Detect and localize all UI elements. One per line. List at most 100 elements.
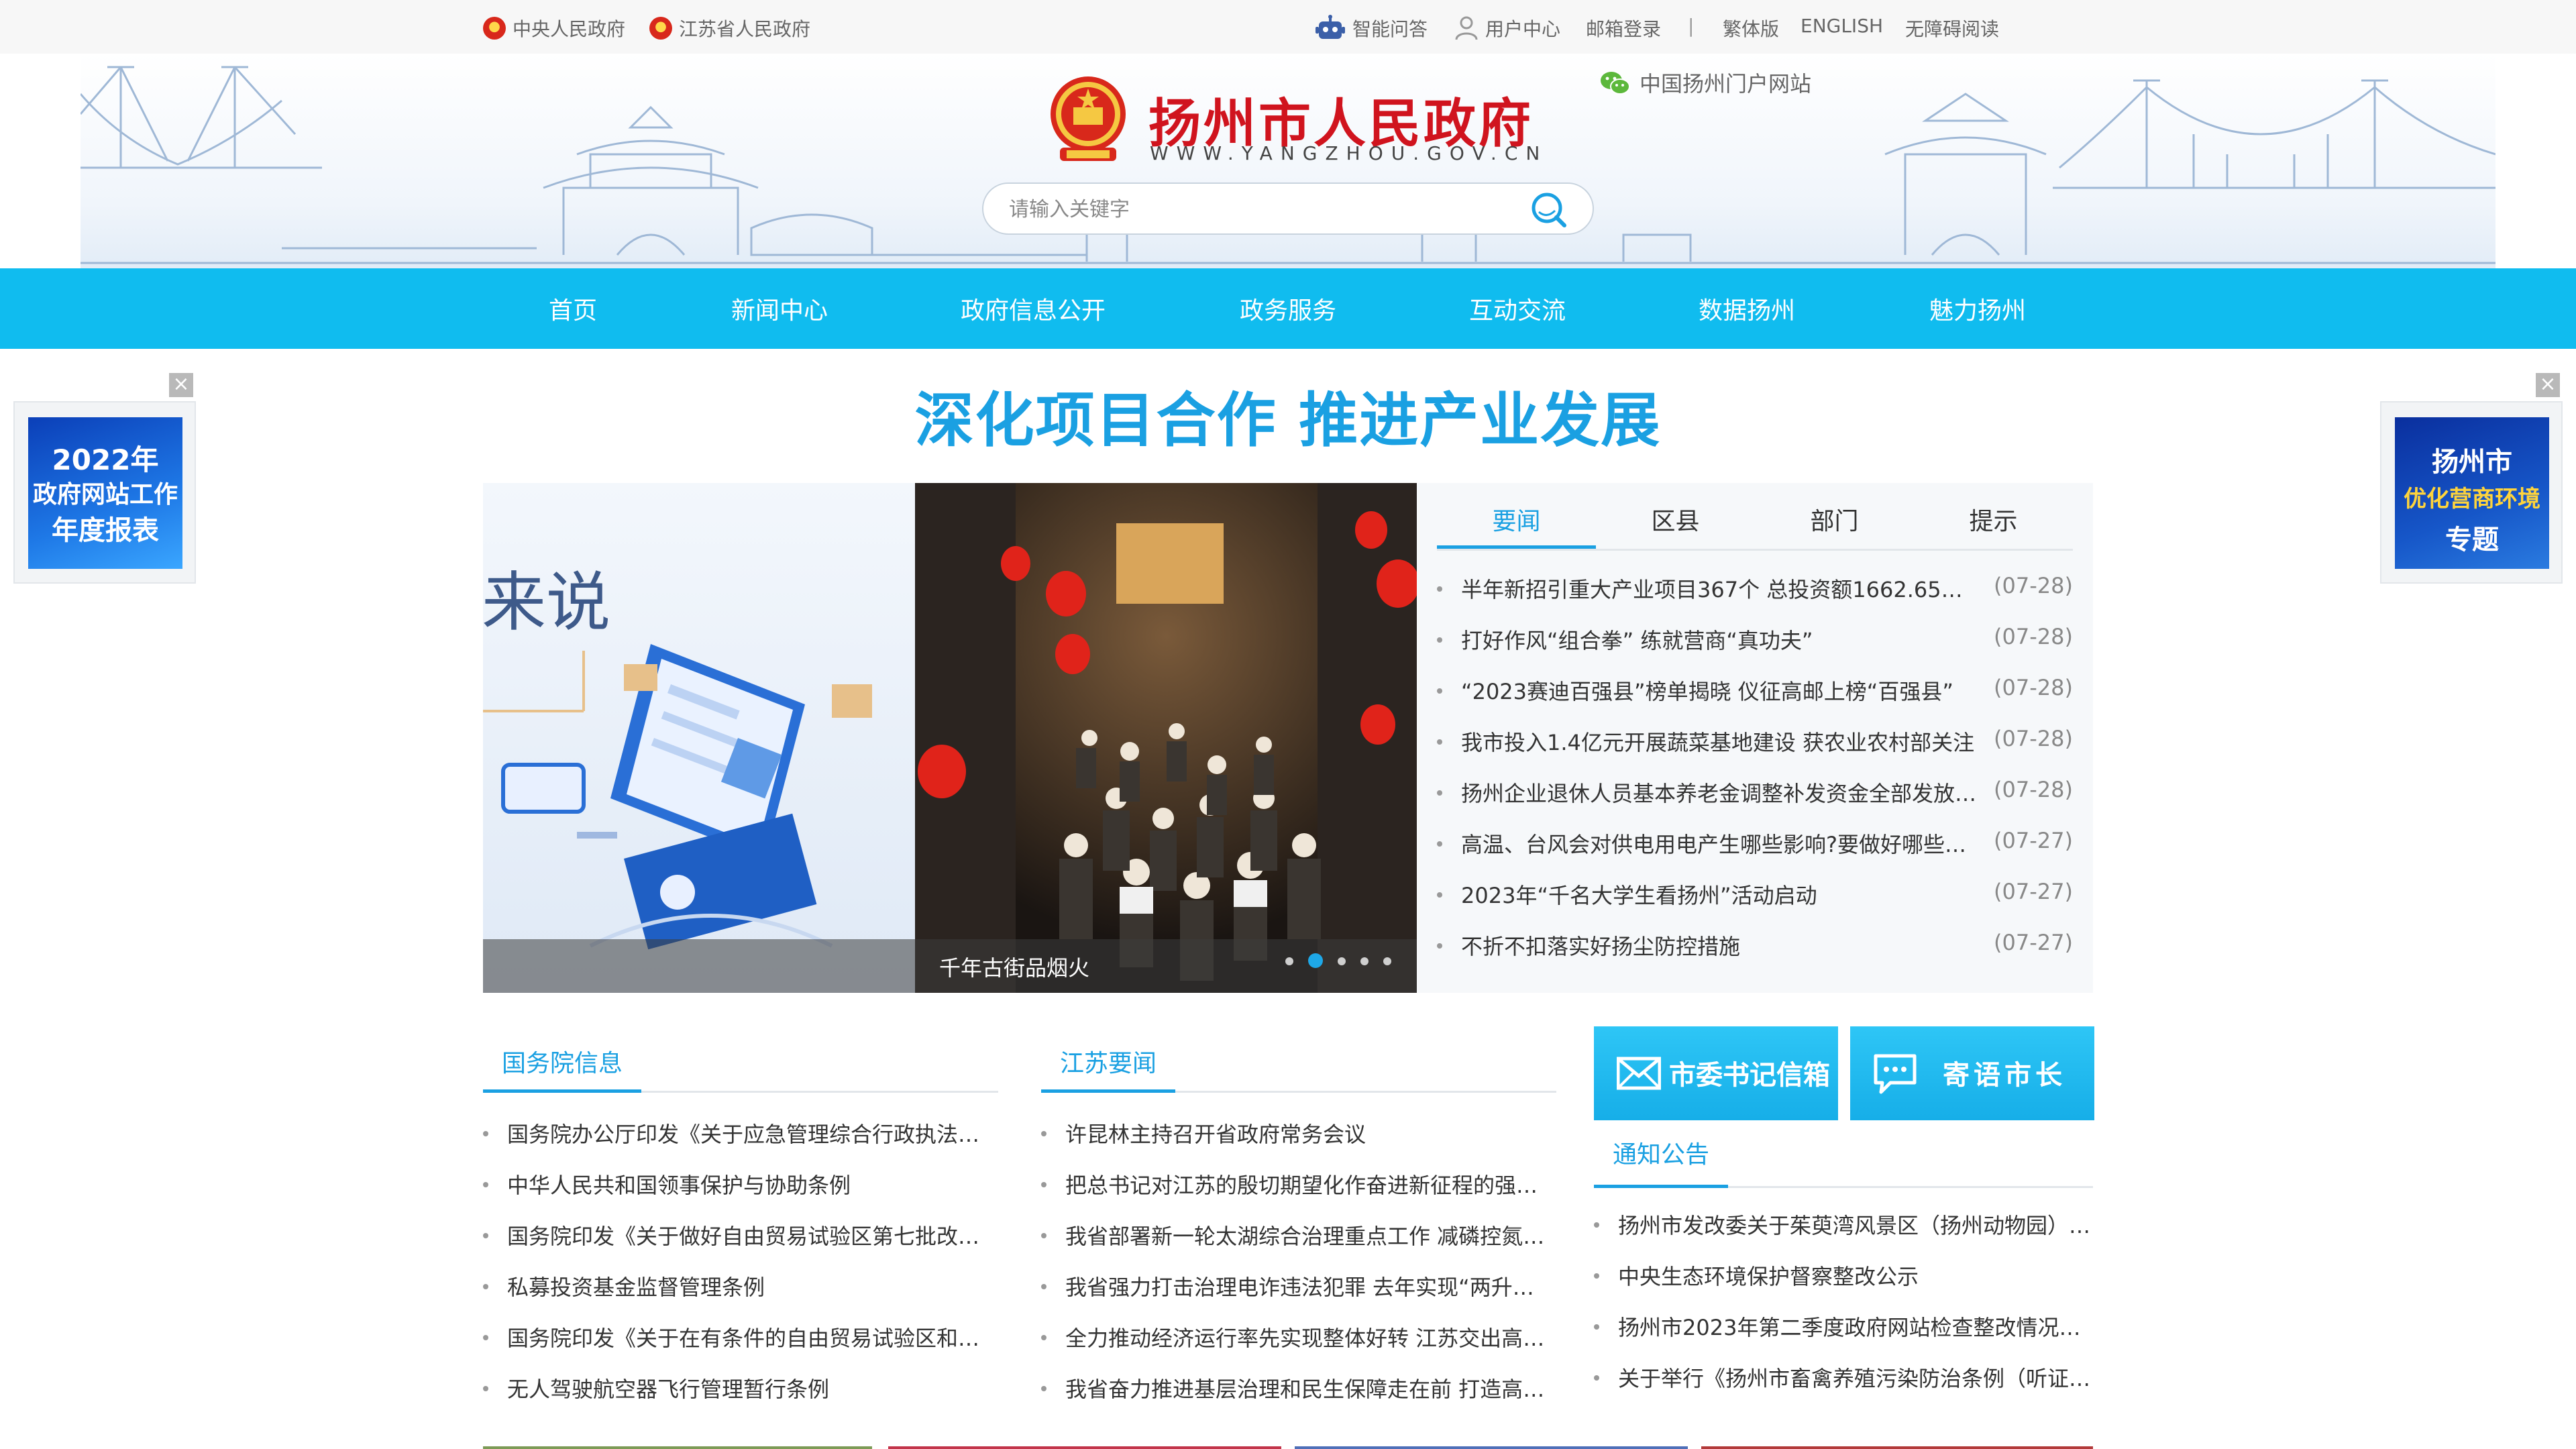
list-item: 我省奋力推进基层治理和民生保障走在前 打造高品质生活	[1041, 1373, 1556, 1424]
site-logo[interactable]: 扬州市人民政府 WWW.YANGZHOU.GOV.CN	[1046, 72, 1540, 166]
link-jiangsu-government[interactable]: 江苏省人民政府	[649, 15, 810, 42]
nav-charm-yangzhou[interactable]: 魅力扬州	[1929, 291, 2026, 326]
wechat-portal-link[interactable]: 中国扬州门户网站	[1599, 67, 1811, 98]
news-title[interactable]: 扬州企业退休人员基本养老金调整补发资金全部发放到位	[1461, 777, 1978, 808]
english-link[interactable]: ENGLISH	[1801, 15, 1883, 37]
headline[interactable]: 深化项目合作 推进产业发展	[0, 373, 2576, 458]
item-title[interactable]: 我省奋力推进基层治理和民生保障走在前 打造高品质生活	[1065, 1373, 1555, 1403]
item-title[interactable]: 国务院印发《关于在有条件的自由贸易试验区和自由贸易港试点对接国际高标准推进制度型…	[507, 1322, 997, 1352]
list-item: 扬州市发改委关于茱萸湾风景区（扬州动物园）门票价格调整的公示	[1594, 1209, 2093, 1260]
traditional-chinese-link[interactable]: 繁体版	[1723, 15, 1779, 42]
nav-gov-services[interactable]: 政务服务	[1240, 291, 1336, 326]
list-item: 全力推动经济运行率先实现整体好转 江苏交出高质量发展答卷	[1041, 1322, 1556, 1373]
list-item: 扬州企业退休人员基本养老金调整补发资金全部发放到位 (07-28)	[1437, 777, 2073, 828]
search-icon	[1532, 193, 1566, 227]
item-title[interactable]: 国务院办公厅印发《关于应急管理综合行政执法有关事项的通知》	[507, 1118, 997, 1148]
list-item: 把总书记对江苏的殷切期望化作奋进新征程的强大动力	[1041, 1169, 1556, 1220]
list-item: 中华人民共和国领事保护与协助条例	[483, 1169, 998, 1220]
nav-data-yangzhou[interactable]: 数据扬州	[1699, 291, 1795, 326]
user-icon	[1455, 16, 1478, 40]
news-date: (07-27)	[1994, 828, 2073, 853]
robot-icon	[1316, 15, 1345, 39]
list-item: 中央生态环境保护督察整改公示	[1594, 1260, 2093, 1311]
tab-districts[interactable]: 区县	[1596, 502, 1755, 537]
news-tabs: 要闻 区县 部门 提示	[1437, 483, 2073, 551]
slide-caption[interactable]: 千年古街品烟火	[939, 951, 1089, 982]
carousel-dot[interactable]	[1383, 957, 1391, 965]
list-item: 打好作风“组合拳” 练就营商“真功夫” (07-28)	[1437, 624, 2073, 675]
section-title[interactable]: 江苏要闻	[1060, 1044, 1157, 1079]
wechat-icon	[1601, 72, 1630, 95]
main-nav: 首页 新闻中心 政府信息公开 政务服务 互动交流 数据扬州 魅力扬州	[0, 268, 2576, 349]
slide-photo-ancient-street	[915, 483, 1417, 993]
list-item: 我省部署新一轮太湖综合治理重点工作 减磷控氮持续改善水质	[1041, 1220, 1556, 1271]
news-date: (07-27)	[1994, 930, 2073, 955]
tab-headlines[interactable]: 要闻	[1437, 502, 1596, 549]
news-panel: 要闻 区县 部门 提示 半年新招引重大产业项目367个 总投资额1662.65亿…	[1417, 483, 2093, 993]
item-title[interactable]: 关于举行《扬州市畜禽养殖污染防治条例（听证稿）》立法听证会的公告	[1618, 1362, 2092, 1393]
item-title[interactable]: 扬州市发改委关于茱萸湾风景区（扬州动物园）门票价格调整的公示	[1618, 1209, 2092, 1240]
list-item: 无人驾驶航空器飞行管理暂行条例	[483, 1373, 998, 1424]
news-date: (07-28)	[1994, 624, 2073, 649]
nav-gov-info[interactable]: 政府信息公开	[961, 291, 1106, 326]
search-input[interactable]	[1008, 193, 1520, 225]
top-bar: 中央人民政府 江苏省人民政府 智能问答 用户中心 邮箱登录 | 繁体版 ENGL…	[0, 0, 2576, 54]
item-title[interactable]: 扬州市2023年第二季度政府网站检查整改情况通报	[1618, 1311, 2092, 1342]
carousel-dot[interactable]	[1360, 957, 1368, 965]
search-button[interactable]	[1527, 188, 1572, 231]
jiangsu-news-list: 许昆林主持召开省政府常务会议 把总书记对江苏的殷切期望化作奋进新征程的强大动力 …	[1041, 1118, 1556, 1424]
section-title[interactable]: 国务院信息	[502, 1044, 623, 1079]
news-date: (07-27)	[1994, 879, 2073, 904]
slide-illustration: 来说	[483, 483, 915, 993]
tab-departments[interactable]: 部门	[1755, 502, 1914, 537]
news-date: (07-28)	[1994, 573, 2073, 598]
carousel-dot[interactable]	[1285, 957, 1293, 965]
carousel-dot-active[interactable]	[1308, 953, 1323, 968]
smart-qa-link[interactable]: 智能问答	[1315, 15, 1428, 42]
item-title[interactable]: 许昆林主持召开省政府常务会议	[1065, 1118, 1555, 1148]
carousel-dots	[1285, 953, 1406, 968]
item-title[interactable]: 私募投资基金监督管理条例	[507, 1271, 997, 1301]
list-item: 半年新招引重大产业项目367个 总投资额1662.65亿元 (07-28)	[1437, 573, 2073, 624]
nav-home[interactable]: 首页	[549, 291, 597, 326]
news-title[interactable]: 不折不扣落实好扬尘防控措施	[1461, 930, 1978, 961]
news-title[interactable]: 半年新招引重大产业项目367个 总投资额1662.65亿元	[1461, 573, 1978, 604]
item-title[interactable]: 无人驾驶航空器飞行管理暂行条例	[507, 1373, 997, 1403]
topbar-separator: |	[1688, 15, 1695, 37]
list-item: 2023年“千名大学生看扬州”活动启动 (07-27)	[1437, 879, 2073, 930]
item-title[interactable]: 国务院印发《关于做好自由贸易试验区第七批改革试点经验复制推广工作的通知》	[507, 1220, 997, 1250]
national-emblem-icon	[483, 17, 506, 40]
notices-list: 扬州市发改委关于茱萸湾风景区（扬州动物园）门票价格调整的公示 中央生态环境保护督…	[1594, 1209, 2093, 1413]
tab-tips[interactable]: 提示	[1914, 502, 2073, 537]
item-title[interactable]: 我省部署新一轮太湖综合治理重点工作 减磷控氮持续改善水质	[1065, 1220, 1555, 1250]
item-title[interactable]: 把总书记对江苏的殷切期望化作奋进新征程的强大动力	[1065, 1169, 1555, 1199]
news-date: (07-28)	[1994, 777, 2073, 802]
news-title[interactable]: 高温、台风会对供电用电产生哪些影响?要做好哪些准备?	[1461, 828, 1978, 859]
item-title[interactable]: 全力推动经济运行率先实现整体好转 江苏交出高质量发展答卷	[1065, 1322, 1555, 1352]
news-title[interactable]: 2023年“千名大学生看扬州”活动启动	[1461, 879, 1978, 910]
news-title[interactable]: “2023赛迪百强县”榜单揭晓 仪征高邮上榜“百强县”	[1461, 675, 1978, 706]
item-title[interactable]: 中华人民共和国领事保护与协助条例	[507, 1169, 997, 1199]
section-title[interactable]: 通知公告	[1613, 1135, 1709, 1170]
mail-login-link[interactable]: 邮箱登录	[1586, 15, 1661, 42]
mayor-message-button[interactable]: 寄语市长	[1850, 1026, 2094, 1120]
carousel-dot[interactable]	[1338, 957, 1346, 965]
user-center-link[interactable]: 用户中心	[1454, 15, 1560, 42]
item-title[interactable]: 我省强力打击治理电诈违法犯罪 去年实现“两升两降”	[1065, 1271, 1555, 1301]
secretary-mailbox-button[interactable]: 市委书记信箱	[1594, 1026, 1838, 1120]
link-central-government[interactable]: 中央人民政府	[483, 15, 625, 42]
list-item: 我市投入1.4亿元开展蔬菜基地建设 获农业农村部关注 (07-28)	[1437, 726, 2073, 777]
item-title[interactable]: 中央生态环境保护督察整改公示	[1618, 1260, 2092, 1291]
national-emblem-icon	[1051, 76, 1126, 161]
accessible-reading-link[interactable]: 无障碍阅读	[1905, 15, 1999, 42]
nav-interaction[interactable]: 互动交流	[1469, 291, 1566, 326]
ancient-street-night-photo	[915, 483, 1417, 993]
news-date: (07-28)	[1994, 675, 2073, 700]
news-title[interactable]: 打好作风“组合拳” 练就营商“真功夫”	[1461, 624, 1978, 655]
list-item: 许昆林主持召开省政府常务会议	[1041, 1118, 1556, 1169]
list-item: 我省强力打击治理电诈违法犯罪 去年实现“两升两降”	[1041, 1271, 1556, 1322]
site-domain: WWW.YANGZHOU.GOV.CN	[1150, 142, 1548, 164]
news-title[interactable]: 我市投入1.4亿元开展蔬菜基地建设 获农业农村部关注	[1461, 726, 1978, 757]
nav-news-center[interactable]: 新闻中心	[731, 291, 828, 326]
photo-carousel[interactable]: 来说 千年古街品烟火	[483, 483, 1417, 993]
